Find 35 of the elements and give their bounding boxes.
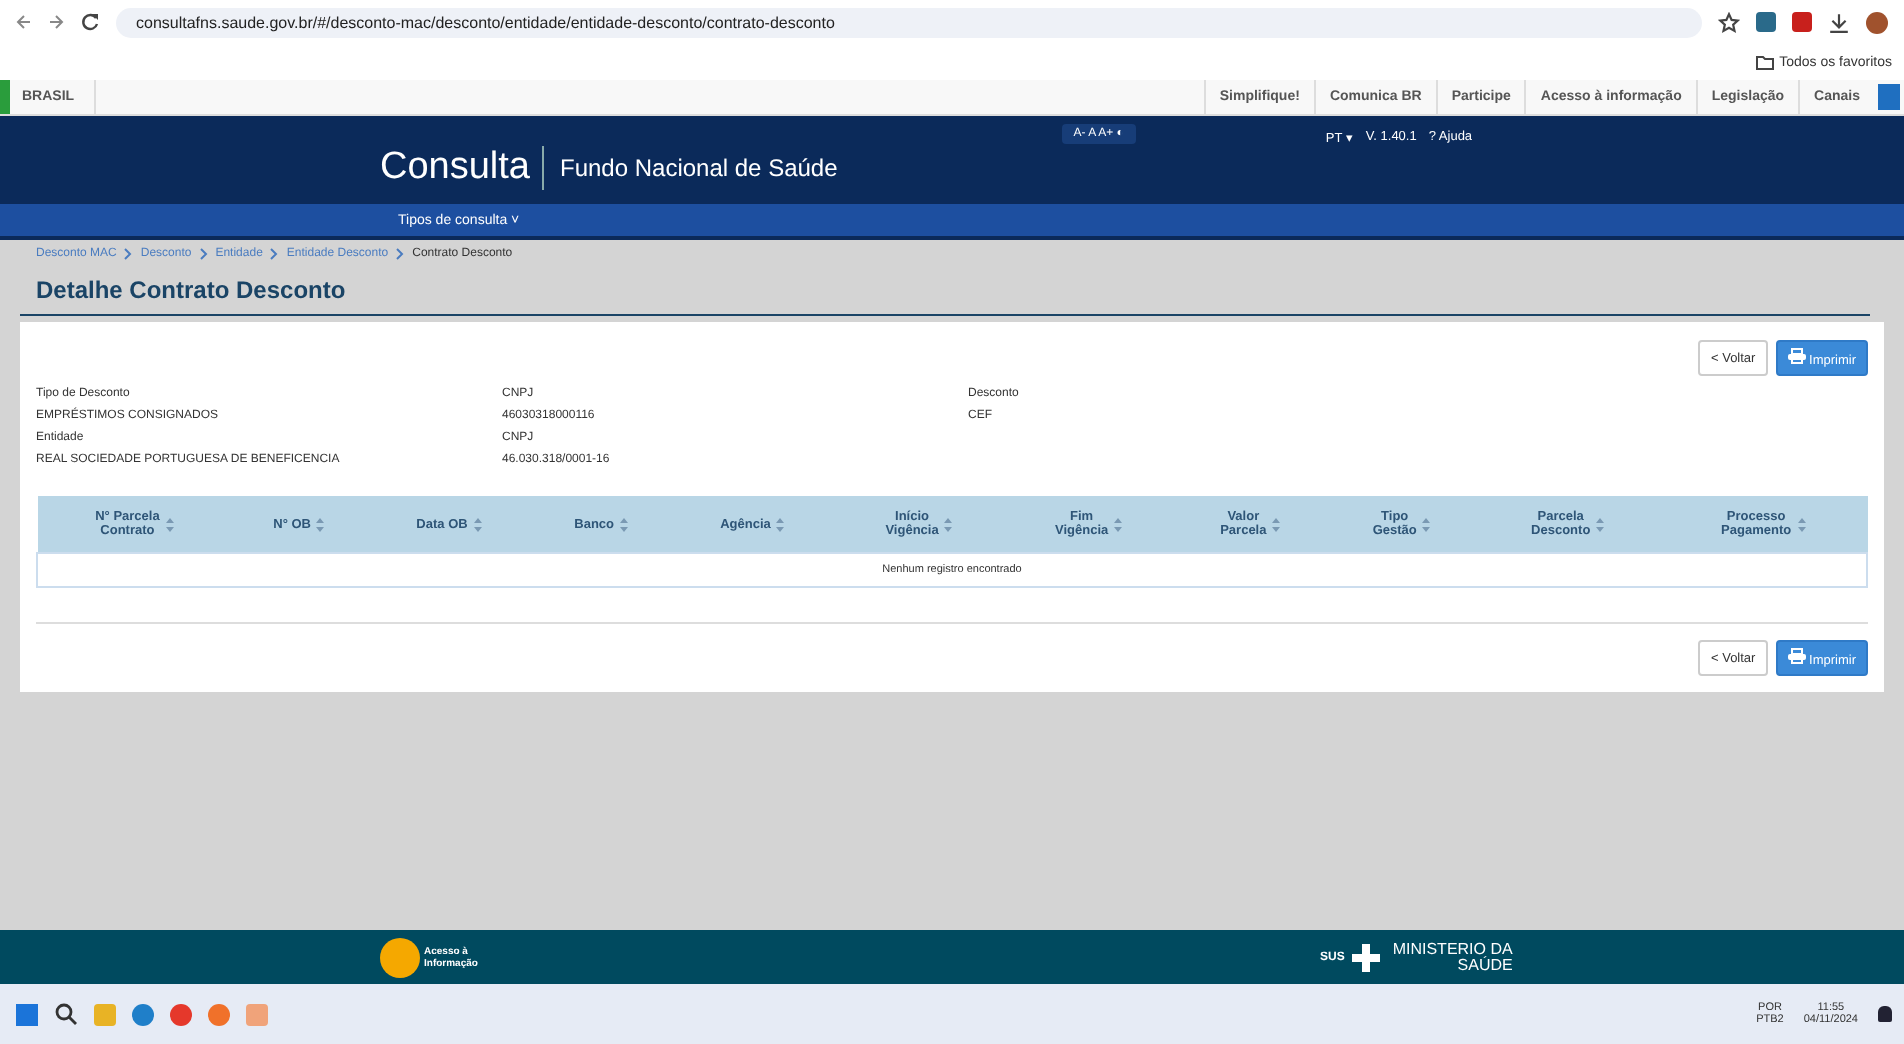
cross-icon (1352, 943, 1381, 971)
info-icon (380, 937, 420, 977)
reload-icon[interactable] (80, 12, 100, 32)
sort-icon[interactable] (1114, 517, 1123, 531)
sort-icon[interactable] (1422, 517, 1431, 531)
chevron-icon (199, 248, 208, 260)
printer-icon (1787, 648, 1806, 664)
sort-icon[interactable] (316, 517, 325, 531)
sort-icon[interactable] (944, 517, 953, 531)
sort-icon[interactable] (165, 517, 174, 531)
sort-icon[interactable] (1596, 517, 1605, 531)
ministry-logo-text: MINISTERIO DA SAÚDE (1390, 941, 1513, 973)
extension-icon[interactable] (1756, 12, 1776, 32)
sort-icon[interactable] (1797, 517, 1806, 531)
printer-icon (1787, 348, 1806, 364)
chevron-icon (270, 248, 279, 260)
star-icon[interactable] (1718, 11, 1740, 33)
chevron-icon (124, 248, 133, 260)
site-subtitle: Fundo Nacional de Saúde (560, 154, 838, 182)
sort-icon[interactable] (1272, 517, 1281, 531)
folder-icon[interactable] (94, 1003, 116, 1025)
chevron-icon (396, 248, 405, 260)
sort-icon[interactable] (620, 517, 629, 531)
back-icon[interactable] (16, 14, 32, 30)
avatar-icon[interactable] (1866, 11, 1888, 33)
folder-icon (1755, 55, 1774, 69)
search-icon[interactable] (54, 1002, 78, 1026)
sort-icon[interactable] (473, 517, 482, 531)
site-title: Consulta (380, 146, 544, 190)
sort-icon[interactable] (776, 517, 785, 531)
address-bar[interactable]: consultafns.saude.gov.br/#/desconto-mac/desconto/entidade/entidade-desconto/contrato-desconto (116, 7, 1702, 37)
forward-icon[interactable] (48, 14, 64, 30)
download-icon[interactable] (1828, 11, 1850, 33)
page-title: Detalhe Contrato Desconto (20, 276, 1870, 316)
app-icon[interactable] (246, 1003, 268, 1025)
